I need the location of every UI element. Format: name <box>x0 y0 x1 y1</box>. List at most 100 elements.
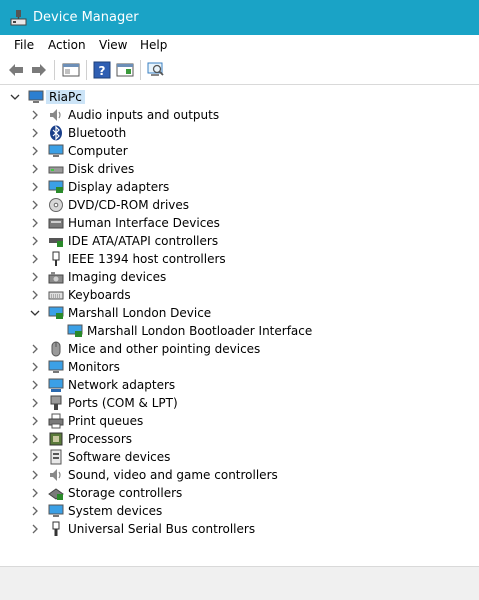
tree-item-mice-and-other-pointing-devices[interactable]: Mice and other pointing devices <box>0 340 479 358</box>
scan-hardware-icon[interactable] <box>147 61 165 79</box>
tree-item-label: Imaging devices <box>68 270 167 284</box>
tree-item-marshall-london-bootloader-interface[interactable]: Marshall London Bootloader Interface <box>0 322 479 340</box>
collapse-chevron-icon[interactable] <box>9 91 21 103</box>
menu-action[interactable]: Action <box>48 37 86 53</box>
window-title: Device Manager <box>33 10 139 25</box>
expand-chevron-icon[interactable] <box>29 289 41 301</box>
title-bar[interactable]: Device Manager <box>0 0 479 35</box>
expand-chevron-icon[interactable] <box>29 199 41 211</box>
expand-chevron-icon[interactable] <box>29 469 41 481</box>
tree-item-display-adapters[interactable]: Display adapters <box>0 178 479 196</box>
bluetooth-icon <box>50 125 62 141</box>
tree-item-ide-ata-atapi-controllers[interactable]: IDE ATA/ATAPI controllers <box>0 232 479 250</box>
port-icon <box>50 395 62 410</box>
display-adapter-icon <box>48 180 64 193</box>
tree-item-label: Print queues <box>68 414 144 428</box>
expand-chevron-icon[interactable] <box>29 487 41 499</box>
keyboard-icon <box>48 291 64 300</box>
hid-icon <box>48 218 64 229</box>
tree-item-label: Audio inputs and outputs <box>68 108 220 122</box>
toolbar-separator <box>86 60 87 80</box>
speaker-icon <box>50 109 61 121</box>
disk-drive-icon <box>48 166 64 174</box>
expand-chevron-icon[interactable] <box>29 253 41 265</box>
tree-item-label: IEEE 1394 host controllers <box>68 252 226 266</box>
device-monitor-icon <box>67 324 83 337</box>
device-tree[interactable]: RiaPc Audio inputs and outputs Bluetooth… <box>0 85 479 566</box>
tree-item-system-devices[interactable]: System devices <box>0 502 479 520</box>
menu-file[interactable]: File <box>14 37 34 53</box>
tree-item-label: Marshall London Device <box>68 306 212 320</box>
expand-chevron-icon[interactable] <box>29 181 41 193</box>
expand-chevron-icon[interactable] <box>29 235 41 247</box>
tree-item-keyboards[interactable]: Keyboards <box>0 286 479 304</box>
expand-chevron-icon[interactable] <box>29 127 41 139</box>
expand-chevron-icon[interactable] <box>29 145 41 157</box>
tree-item-disk-drives[interactable]: Disk drives <box>0 160 479 178</box>
tree-item-computer[interactable]: Computer <box>0 142 479 160</box>
ieee-1394-icon <box>52 251 60 266</box>
tree-item-label: Storage controllers <box>68 486 183 500</box>
tree-item-software-devices[interactable]: Software devices <box>0 448 479 466</box>
software-device-icon <box>50 449 62 465</box>
tree-item-bluetooth[interactable]: Bluetooth <box>0 124 479 142</box>
expand-chevron-icon[interactable] <box>29 343 41 355</box>
expand-chevron-icon[interactable] <box>29 397 41 409</box>
expand-chevron-icon[interactable] <box>29 523 41 535</box>
device-monitor-icon <box>48 306 64 319</box>
tree-item-human-interface-devices[interactable]: Human Interface Devices <box>0 214 479 232</box>
dvd-drive-icon <box>49 198 63 212</box>
tree-item-universal-serial-bus-controllers[interactable]: Universal Serial Bus controllers <box>0 520 479 538</box>
tree-item-audio-inputs-and-outputs[interactable]: Audio inputs and outputs <box>0 106 479 124</box>
expand-chevron-icon[interactable] <box>29 415 41 427</box>
tree-item-ieee-1394-host-controllers[interactable]: IEEE 1394 host controllers <box>0 250 479 268</box>
show-hide-console-tree-icon[interactable] <box>62 61 80 79</box>
tree-item-dvd-cd-rom-drives[interactable]: DVD/CD-ROM drives <box>0 196 479 214</box>
forward-arrow-icon[interactable] <box>30 61 48 79</box>
tree-item-label: Marshall London Bootloader Interface <box>87 324 313 338</box>
monitor-icon <box>48 360 64 373</box>
tree-item-label: Ports (COM & LPT) <box>68 396 178 410</box>
help-icon[interactable]: ? <box>93 61 111 79</box>
tree-item-storage-controllers[interactable]: Storage controllers <box>0 484 479 502</box>
tree-item-network-adapters[interactable]: Network adapters <box>0 376 479 394</box>
device-manager-icon <box>10 10 27 26</box>
expand-chevron-icon[interactable] <box>29 505 41 517</box>
tree-item-monitors[interactable]: Monitors <box>0 358 479 376</box>
usb-icon <box>52 521 60 536</box>
menu-view[interactable]: View <box>99 37 127 53</box>
collapse-chevron-icon[interactable] <box>29 307 41 319</box>
network-adapter-icon <box>48 378 64 392</box>
tree-item-label: Universal Serial Bus controllers <box>68 522 256 536</box>
menu-help[interactable]: Help <box>140 37 167 53</box>
tree-item-label: Keyboards <box>68 288 131 302</box>
expand-chevron-icon[interactable] <box>29 361 41 373</box>
tree-item-print-queues[interactable]: Print queues <box>0 412 479 430</box>
sound-icon <box>50 469 61 481</box>
tree-root[interactable]: RiaPc <box>0 88 479 106</box>
camera-icon <box>48 272 64 284</box>
tree-root-label: RiaPc <box>46 90 85 104</box>
printer-icon <box>48 413 64 429</box>
properties-icon[interactable] <box>116 61 134 79</box>
toolbar: ? <box>0 55 479 85</box>
tree-item-label: Software devices <box>68 450 171 464</box>
back-arrow-icon[interactable] <box>7 61 25 79</box>
tree-item-label: Computer <box>68 144 128 158</box>
tree-item-sound-video-and-game-controllers[interactable]: Sound, video and game controllers <box>0 466 479 484</box>
expand-chevron-icon[interactable] <box>29 433 41 445</box>
tree-item-label: Network adapters <box>68 378 176 392</box>
expand-chevron-icon[interactable] <box>29 163 41 175</box>
status-bar <box>0 566 479 600</box>
tree-item-processors[interactable]: Processors <box>0 430 479 448</box>
expand-chevron-icon[interactable] <box>29 217 41 229</box>
tree-item-imaging-devices[interactable]: Imaging devices <box>0 268 479 286</box>
tree-item-label: IDE ATA/ATAPI controllers <box>68 234 219 248</box>
expand-chevron-icon[interactable] <box>29 109 41 121</box>
expand-chevron-icon[interactable] <box>29 271 41 283</box>
expand-chevron-icon[interactable] <box>29 379 41 391</box>
tree-item-ports-com-lpt[interactable]: Ports (COM & LPT) <box>0 394 479 412</box>
expand-chevron-icon[interactable] <box>29 451 41 463</box>
tree-item-marshall-london-device[interactable]: Marshall London Device <box>0 304 479 322</box>
tree-item-label: Disk drives <box>68 162 135 176</box>
